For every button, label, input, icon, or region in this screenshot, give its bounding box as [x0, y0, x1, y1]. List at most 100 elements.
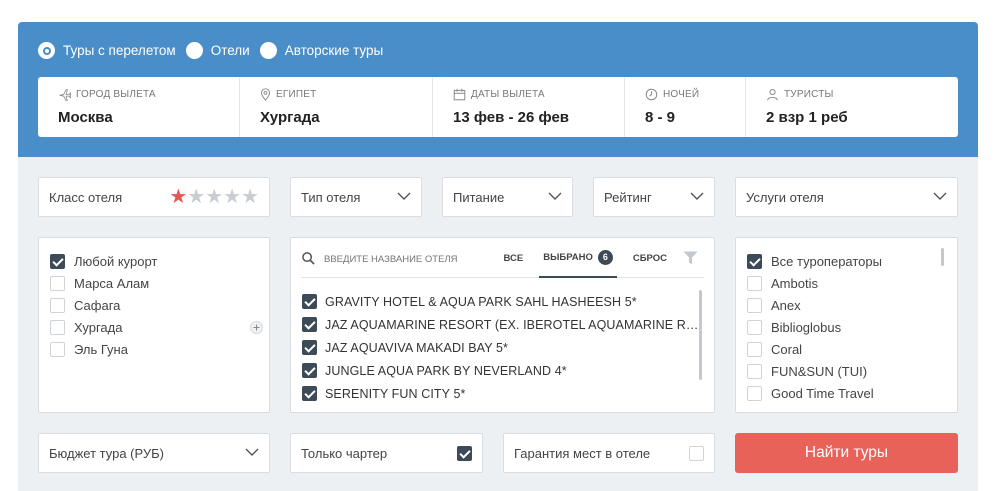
- star-icon[interactable]: ★: [223, 187, 241, 207]
- list-item[interactable]: GRAVITY HOTEL & AQUA PARK SAHL HASHEESH …: [302, 290, 700, 313]
- destination-label: ЕГИПЕТ: [260, 88, 432, 101]
- checkbox-checked[interactable]: [747, 253, 762, 269]
- chevron-down-icon: [933, 192, 947, 200]
- list-item[interactable]: Хургада: [50, 316, 269, 338]
- hotel-guarantee-toggle[interactable]: Гарантия мест в отеле: [503, 433, 715, 473]
- tab-selected[interactable]: ВЫБРАНО 6: [539, 238, 617, 278]
- operator-label: Ambotis: [771, 275, 818, 291]
- checkbox-checked[interactable]: [302, 386, 317, 401]
- budget-dropdown[interactable]: Бюджет тура (РУБ): [38, 433, 270, 473]
- checkbox[interactable]: [747, 275, 762, 291]
- list-item[interactable]: Эль Гуна: [50, 338, 269, 360]
- departure-dates-field[interactable]: ДАТЫ ВЫЛЕТА 13 фев - 26 фев: [433, 77, 625, 137]
- guarantee-label: Гарантия мест в отеле: [514, 445, 651, 461]
- list-item[interactable]: JAZ AQUAVIVA MAKADI BAY 5*: [302, 336, 700, 359]
- destination-field[interactable]: ЕГИПЕТ Хургада: [240, 77, 433, 137]
- checkbox-checked[interactable]: [457, 446, 472, 461]
- list-item[interactable]: Anex: [747, 294, 957, 316]
- chevron-down-icon: [397, 192, 411, 200]
- list-item[interactable]: SERENITY FUN CITY 5*: [302, 382, 700, 405]
- list-item[interactable]: Сафага: [50, 294, 269, 316]
- radio-dot-checked[interactable]: [38, 42, 55, 59]
- nights-field[interactable]: НОЧЕЙ 8 - 9: [625, 77, 746, 137]
- radio-flights[interactable]: Туры с перелетом: [38, 42, 176, 59]
- tourists-label-text: ТУРИСТЫ: [784, 89, 834, 100]
- resort-label: Эль Гуна: [74, 341, 128, 357]
- list-item[interactable]: Марса Алам: [50, 272, 269, 294]
- list-item[interactable]: FUN&SUN (TUI): [747, 360, 957, 382]
- tab-reset[interactable]: СБРОС: [633, 238, 667, 278]
- hotel-class-label: Класс отеля: [49, 189, 123, 205]
- dates-label: ДАТЫ ВЫЛЕТА: [453, 88, 624, 101]
- departure-label-text: ГОРОД ВЫЛЕТА: [76, 89, 156, 100]
- plane-icon: [59, 89, 71, 101]
- rating-dropdown[interactable]: Рейтинг: [593, 177, 715, 217]
- operator-label: Good Time Travel: [771, 385, 874, 401]
- checkbox[interactable]: [50, 275, 65, 291]
- filter-funnel-icon: [683, 251, 698, 265]
- list-item[interactable]: JUNGLE AQUA PARK BY NEVERLAND 4*: [302, 359, 700, 382]
- checkbox-checked[interactable]: [302, 294, 317, 309]
- hotel-class-filter[interactable]: Класс отеля ★ ★ ★ ★ ★: [38, 177, 270, 217]
- checkbox[interactable]: [747, 319, 762, 335]
- hotel-name: SERENITY FUN CITY 5*: [325, 386, 466, 401]
- nights-label-text: НОЧЕЙ: [663, 89, 700, 100]
- tab-all[interactable]: ВСЕ: [504, 238, 524, 278]
- star-icon[interactable]: ★: [187, 187, 205, 207]
- checkbox[interactable]: [50, 341, 65, 357]
- list-item[interactable]: Все туроператоры: [747, 250, 957, 272]
- charter-only-toggle[interactable]: Только чартер: [290, 433, 483, 473]
- tour-operator-list: Все туроператоры Ambotis Anex Biblioglob…: [735, 237, 958, 413]
- list-item[interactable]: Good Time Travel: [747, 382, 957, 404]
- hotel-search-input[interactable]: [324, 250, 499, 268]
- hotel-type-dropdown[interactable]: Тип отеля: [290, 177, 422, 217]
- list-item[interactable]: Ambotis: [747, 272, 957, 294]
- checkbox[interactable]: [689, 446, 704, 461]
- departure-city-field[interactable]: ГОРОД ВЫЛЕТА Москва: [38, 77, 240, 137]
- list-item[interactable]: Coral: [747, 338, 957, 360]
- find-tours-button[interactable]: Найти туры: [735, 433, 958, 473]
- radio-dot[interactable]: [259, 42, 277, 59]
- checkbox-checked[interactable]: [50, 253, 65, 269]
- destination-value: Хургада: [260, 109, 320, 126]
- operator-label: FUN&SUN (TUI): [771, 363, 868, 379]
- checkbox[interactable]: [747, 297, 762, 313]
- radio-hotels[interactable]: Отели: [185, 42, 250, 59]
- checkbox-checked[interactable]: [302, 317, 317, 332]
- hotel-services-dropdown[interactable]: Услуги отеля: [735, 177, 958, 217]
- star-icon[interactable]: ★: [169, 187, 187, 207]
- radio-dot[interactable]: [185, 42, 203, 59]
- rating-label: Рейтинг: [604, 189, 652, 205]
- hotel-services-label: Услуги отеля: [746, 189, 824, 205]
- checkbox-checked[interactable]: [302, 363, 317, 378]
- star-rating[interactable]: ★ ★ ★ ★ ★: [169, 187, 259, 207]
- tab-all-label: ВСЕ: [503, 252, 524, 264]
- checkbox[interactable]: [747, 385, 762, 401]
- tourists-field[interactable]: ТУРИСТЫ 2 взр 1 реб: [746, 77, 958, 137]
- scrollbar[interactable]: [941, 248, 944, 266]
- meals-dropdown[interactable]: Питание: [442, 177, 573, 217]
- radio-author-tours[interactable]: Авторские туры: [259, 42, 383, 59]
- checkbox-checked[interactable]: [302, 340, 317, 355]
- star-icon[interactable]: ★: [241, 187, 259, 207]
- filter-button[interactable]: [683, 238, 698, 278]
- checkbox[interactable]: [50, 319, 65, 335]
- star-icon[interactable]: ★: [205, 187, 223, 207]
- charter-only-label: Только чартер: [301, 445, 388, 461]
- nights-value: 8 - 9: [645, 109, 676, 126]
- expand-plus-icon[interactable]: [250, 321, 263, 334]
- list-item[interactable]: Любой курорт: [50, 250, 269, 272]
- tourists-value: 2 взр 1 реб: [766, 109, 848, 126]
- list-item[interactable]: JAZ AQUAMARINE RESORT (EX. IBEROTEL AQUA…: [302, 313, 700, 336]
- checkbox[interactable]: [747, 363, 762, 379]
- operator-label: Coral: [771, 341, 803, 357]
- checkbox[interactable]: [50, 297, 65, 313]
- search-icon: [302, 252, 315, 265]
- departure-value: Москва: [58, 109, 113, 126]
- nights-label: НОЧЕЙ: [645, 88, 745, 101]
- checkbox[interactable]: [747, 341, 762, 357]
- scrollbar[interactable]: [699, 290, 702, 380]
- list-item[interactable]: Biblioglobus: [747, 316, 957, 338]
- tab-selected-label: ВЫБРАНО: [543, 251, 593, 263]
- hotel-tabs: ВСЕ ВЫБРАНО 6 СБРОС: [488, 238, 698, 278]
